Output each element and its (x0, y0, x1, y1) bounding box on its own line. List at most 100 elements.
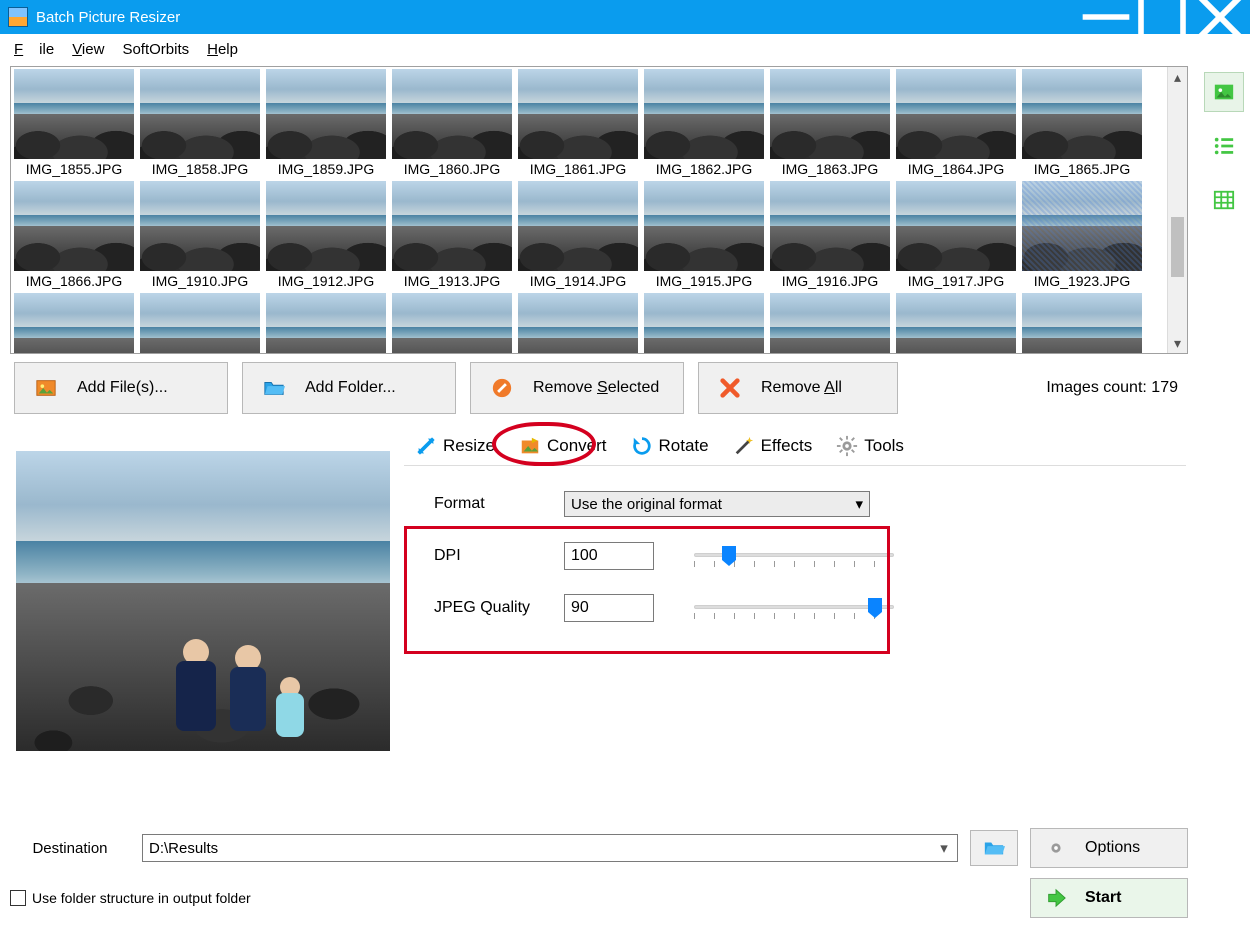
window-minimize-button[interactable] (1078, 0, 1134, 34)
thumbnail-image (392, 181, 512, 271)
thumbnail-item[interactable] (642, 293, 766, 353)
thumbnail-item[interactable]: IMG_1917.JPG (894, 181, 1018, 289)
tab-rotate[interactable]: Rotate (620, 430, 720, 462)
add-folder-button[interactable]: Add Folder... (242, 362, 456, 414)
thumbnail-label: IMG_1914.JPG (530, 273, 627, 289)
thumbnail-item[interactable] (390, 293, 514, 353)
thumbnail-item[interactable]: IMG_1866.JPG (12, 181, 136, 289)
window-maximize-button[interactable] (1134, 0, 1190, 34)
window-title: Batch Picture Resizer (36, 9, 180, 26)
dpi-input[interactable] (564, 542, 654, 570)
thumbnail-scrollbar[interactable]: ▴ ▾ (1167, 67, 1187, 353)
chevron-down-icon: ▾ (855, 495, 863, 513)
tab-tools[interactable]: Tools (825, 430, 915, 462)
thumbnail-image (1022, 293, 1142, 353)
thumbnail-item[interactable]: IMG_1863.JPG (768, 69, 892, 177)
view-thumbnails-button[interactable] (1204, 72, 1244, 112)
titlebar: Batch Picture Resizer (0, 0, 1250, 34)
thumbnail-item[interactable]: IMG_1861.JPG (516, 69, 640, 177)
thumbnail-item[interactable]: IMG_1864.JPG (894, 69, 1018, 177)
thumbnail-image (770, 181, 890, 271)
thumbnail-item[interactable] (894, 293, 1018, 353)
thumbnail-image (896, 69, 1016, 159)
thumbnail-label: IMG_1863.JPG (782, 161, 879, 177)
scroll-up-icon[interactable]: ▴ (1168, 67, 1187, 87)
thumbnail-image (896, 293, 1016, 353)
tab-resize[interactable]: Resize (404, 430, 506, 462)
thumbnail-item[interactable] (768, 293, 892, 353)
gear-icon (1045, 837, 1067, 859)
jpeg-quality-label: JPEG Quality (434, 599, 564, 617)
thumbnail-item[interactable]: IMG_1860.JPG (390, 69, 514, 177)
menu-file[interactable]: File (6, 37, 62, 62)
gear-icon (836, 435, 858, 457)
folder-open-icon (263, 377, 285, 399)
thumbnail-image (644, 181, 764, 271)
thumbnail-label: IMG_1866.JPG (26, 273, 123, 289)
thumbnail-label: IMG_1858.JPG (152, 161, 249, 177)
destination-combobox[interactable]: D:\Results ▾ (142, 834, 958, 862)
view-list-button[interactable] (1204, 126, 1244, 166)
thumbnail-pane: IMG_1855.JPG IMG_1858.JPG IMG_1859.JPG IMG_… (10, 66, 1188, 354)
use-folder-structure-checkbox[interactable]: Use folder structure in output folder (10, 890, 251, 906)
thumbnail-item[interactable]: IMG_1862.JPG (642, 69, 766, 177)
thumbnail-item[interactable] (264, 293, 388, 353)
view-table-button[interactable] (1204, 180, 1244, 220)
thumbnail-label: IMG_1859.JPG (278, 161, 375, 177)
add-files-label: Add File(s)... (77, 379, 168, 397)
list-icon (1213, 135, 1235, 157)
thumbnail-label: IMG_1860.JPG (404, 161, 501, 177)
browse-button[interactable] (970, 830, 1018, 866)
thumbnail-item[interactable] (516, 293, 640, 353)
thumbnail-item[interactable] (12, 293, 136, 353)
thumbnail-label: IMG_1913.JPG (404, 273, 501, 289)
add-files-button[interactable]: Add File(s)... (14, 362, 228, 414)
options-button[interactable]: Options (1030, 828, 1188, 868)
menu-view[interactable]: View (64, 37, 112, 62)
thumbnail-item[interactable]: IMG_1858.JPG (138, 69, 262, 177)
tab-convert[interactable]: Convert (508, 430, 618, 462)
thumbnail-item[interactable]: IMG_1915.JPG (642, 181, 766, 289)
thumbnail-item[interactable]: IMG_1855.JPG (12, 69, 136, 177)
remove-all-button[interactable]: Remove All (698, 362, 898, 414)
destination-label: Destination (10, 840, 130, 857)
format-select[interactable]: Use the original format ▾ (564, 491, 870, 517)
menu-help[interactable]: Help (199, 37, 246, 62)
dpi-slider[interactable] (694, 542, 894, 570)
remove-selected-button[interactable]: Remove Selected (470, 362, 684, 414)
thumbnail-image (518, 181, 638, 271)
thumbnail-item[interactable]: IMG_1916.JPG (768, 181, 892, 289)
thumbnail-label: IMG_1865.JPG (1034, 161, 1131, 177)
tab-effects[interactable]: Effects (722, 430, 824, 462)
thumbnail-image (518, 293, 638, 353)
thumbnail-label: IMG_1861.JPG (530, 161, 627, 177)
thumbnail-item[interactable]: IMG_1910.JPG (138, 181, 262, 289)
scroll-handle[interactable] (1171, 217, 1184, 277)
thumbnail-image (896, 181, 1016, 271)
convert-form: Format Use the original format ▾ DPI (404, 466, 1186, 628)
thumbnail-item[interactable]: IMG_1923.JPG (1020, 181, 1144, 289)
thumbnail-item[interactable] (138, 293, 262, 353)
thumbnail-image (14, 69, 134, 159)
jpeg-quality-input[interactable] (564, 594, 654, 622)
thumbnail-item[interactable]: IMG_1865.JPG (1020, 69, 1144, 177)
thumbnail-image (266, 69, 386, 159)
scroll-down-icon[interactable]: ▾ (1168, 333, 1187, 353)
thumbnail-item[interactable]: IMG_1859.JPG (264, 69, 388, 177)
thumbnail-label: IMG_1915.JPG (656, 273, 753, 289)
thumbnail-item[interactable]: IMG_1913.JPG (390, 181, 514, 289)
thumbnail-item[interactable]: IMG_1914.JPG (516, 181, 640, 289)
start-button[interactable]: Start (1030, 878, 1188, 918)
window-close-button[interactable] (1190, 0, 1250, 34)
thumbnail-label: IMG_1910.JPG (152, 273, 249, 289)
rotate-icon (631, 435, 653, 457)
thumbnail-label: IMG_1912.JPG (278, 273, 375, 289)
thumbnail-item[interactable] (1020, 293, 1144, 353)
images-count-label: Images count: 179 (1046, 379, 1178, 397)
menu-softorbits[interactable]: SoftOrbits (114, 37, 197, 62)
thumbnail-item[interactable]: IMG_1912.JPG (264, 181, 388, 289)
thumbnail-image (392, 293, 512, 353)
thumbnail-image (266, 293, 386, 353)
jpeg-quality-slider[interactable] (694, 594, 894, 622)
bottom-bar: Destination D:\Results ▾ Options (10, 828, 1188, 918)
